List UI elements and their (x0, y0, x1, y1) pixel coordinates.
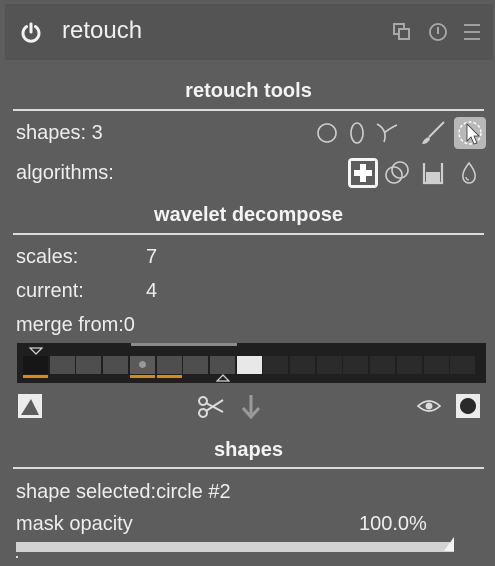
slider-tick (16, 556, 18, 558)
divider (13, 467, 484, 469)
scale-selection-mark (156, 375, 182, 378)
wavelet-scale-cell[interactable] (49, 356, 75, 374)
wavelet-scale-cell[interactable] (236, 356, 262, 374)
wavelet-scale-cell[interactable] (23, 356, 48, 374)
shapes-count-label: shapes: 3 (16, 122, 103, 144)
scale-selection-mark (129, 375, 155, 378)
menu-icon[interactable] (461, 21, 483, 43)
divider (13, 109, 484, 111)
wavelet-scale-cell[interactable] (209, 356, 235, 374)
fill-icon[interactable] (420, 160, 446, 186)
wavelet-scale-cell[interactable] (290, 356, 315, 374)
brush-icon[interactable] (420, 120, 446, 146)
scales-label: scales: (16, 246, 79, 268)
scales-range-bar (131, 343, 237, 346)
wavelet-scale-cell[interactable] (343, 356, 369, 374)
wavelet-scale-cell[interactable] (156, 356, 182, 374)
wavelet-scale-cell[interactable] (396, 356, 422, 374)
wavelet-scale-cell[interactable] (450, 356, 476, 374)
divider (13, 233, 484, 235)
current-label: current: (16, 280, 84, 302)
power-icon[interactable] (19, 21, 43, 45)
mask-preview-icon[interactable] (455, 393, 481, 419)
cut-icon[interactable] (196, 392, 226, 420)
section-title-retouch-tools: retouch tools (185, 80, 312, 102)
display-wavelet-scale-icon[interactable] (17, 393, 43, 419)
section-title-shapes: shapes (214, 439, 283, 461)
current-value[interactable]: 4 (146, 280, 157, 303)
mask-opacity-fill (16, 542, 454, 552)
mask-opacity-value: 100.0% (359, 513, 427, 535)
path-icon[interactable] (374, 120, 400, 146)
section-title-wavelet: wavelet decompose (154, 204, 343, 226)
wavelet-scale-cell[interactable] (370, 356, 396, 374)
presets-icon[interactable] (391, 21, 413, 43)
mask-opacity-label: mask opacity (16, 513, 133, 535)
eye-icon[interactable] (416, 395, 442, 417)
reset-icon[interactable] (427, 21, 449, 43)
wavelet-scale-cell[interactable] (183, 356, 209, 374)
wavelet-scale-cell[interactable] (316, 356, 342, 374)
wavelet-scale-cell[interactable] (129, 356, 155, 374)
module-header: retouch (5, 4, 493, 60)
heal-icon[interactable] (348, 158, 378, 188)
blur-icon[interactable] (456, 160, 482, 186)
merge-from-label: merge from:0 (16, 314, 135, 336)
scales-value[interactable]: 7 (146, 246, 157, 269)
wavelet-scale-strip[interactable] (17, 343, 486, 383)
clone-icon[interactable] (384, 160, 410, 186)
wavelet-scale-cell[interactable] (103, 356, 129, 374)
pointer-icon[interactable] (454, 117, 486, 149)
wavelet-scale-cell[interactable] (423, 356, 449, 374)
current-scale-marker-icon (216, 374, 230, 382)
ellipse-icon[interactable] (344, 120, 370, 146)
circle-icon[interactable] (314, 120, 340, 146)
shape-selected-label: shape selected:circle #2 (16, 481, 231, 503)
mask-opacity-slider[interactable] (16, 537, 454, 552)
scale-selection-mark (23, 375, 48, 378)
algorithms-label: algorithms: (16, 162, 114, 184)
paste-down-icon[interactable] (238, 392, 264, 420)
wavelet-scale-cell[interactable] (263, 356, 289, 374)
merge-from-marker-icon (29, 347, 43, 355)
current-scale-dot (138, 361, 146, 368)
wavelet-scale-cell[interactable] (76, 356, 102, 374)
module-title: retouch (62, 17, 143, 44)
slider-handle-icon[interactable] (443, 536, 455, 552)
